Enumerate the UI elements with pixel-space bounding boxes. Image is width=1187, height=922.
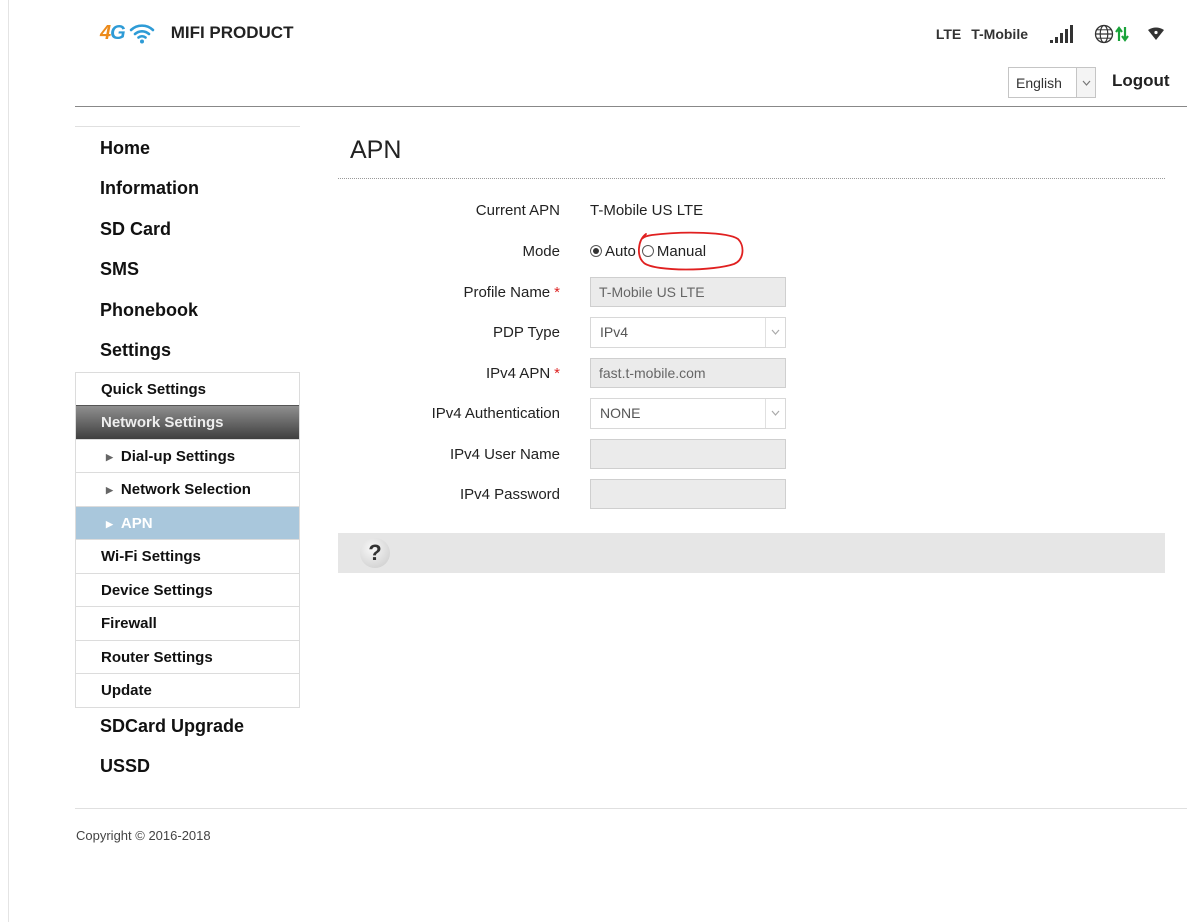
brand-title: MIFI PRODUCT	[170, 23, 294, 42]
pdp-type-select[interactable]: IPv4	[590, 316, 786, 348]
pdp-type-value: IPv4	[600, 324, 629, 340]
ipv4-password-label: IPv4 Password	[459, 485, 560, 503]
chevron-down-icon	[1076, 68, 1095, 97]
pdp-type-label: PDP Type	[493, 323, 560, 341]
current-apn-value: T-Mobile US LTE	[590, 201, 704, 219]
header-divider	[75, 106, 1187, 107]
4g-logo: 4G	[100, 21, 126, 44]
nav-network-selection-label: Network Selection	[120, 481, 251, 499]
network-type: LTE	[935, 26, 962, 42]
ipv4-auth-select[interactable]: NONE	[590, 397, 786, 429]
sidebar-divider	[75, 126, 300, 127]
ipv4-user-row: IPv4 User Name	[338, 439, 1038, 469]
profile-name-row: Profile Name *	[338, 277, 1038, 307]
copyright: Copyright © 2016-2018	[76, 828, 211, 843]
carrier-name: T-Mobile	[971, 26, 1028, 42]
mode-label: Mode	[522, 242, 560, 260]
settings-submenu: Quick Settings Network Settings ▶ Dial-up…	[75, 371, 300, 708]
help-icon[interactable]: ?	[360, 538, 390, 568]
nav-sd-card[interactable]: SD Card	[75, 213, 300, 253]
nav-apn[interactable]: ▶ APN	[76, 505, 299, 540]
caret-right-icon: ▶	[106, 485, 113, 496]
chevron-down-icon	[765, 398, 785, 428]
nav-sms[interactable]: SMS	[75, 253, 300, 293]
data-transfer-icon	[1115, 26, 1129, 42]
nav-router-settings[interactable]: Router Settings	[76, 639, 299, 674]
wifi-clients-icon	[1148, 27, 1164, 40]
nav-dialup-label: Dial-up Settings	[120, 447, 236, 465]
mode-manual-radio[interactable]: Manual	[637, 231, 744, 270]
brand: 4G MIFI PRODUCT	[100, 18, 293, 48]
ipv4-auth-row: IPv4 Authentication NONE	[338, 397, 1038, 429]
nav-device-settings[interactable]: Device Settings	[76, 572, 299, 607]
caret-right-icon: ▶	[106, 451, 113, 462]
wifi-icon	[129, 24, 154, 44]
status-bar: LTE T-Mobile	[936, 20, 1165, 48]
nav-network-settings[interactable]: Network Settings	[76, 405, 299, 439]
caret-right-icon: ▶	[106, 518, 113, 529]
chevron-down-icon	[765, 317, 785, 347]
signal-strength-icon	[1050, 25, 1076, 43]
mode-auto-label: Auto	[605, 242, 636, 260]
language-select[interactable]: English	[1008, 67, 1096, 98]
logout-link[interactable]: Logout	[1112, 71, 1170, 91]
nav-firewall[interactable]: Firewall	[76, 606, 299, 640]
page-left-border	[8, 0, 9, 922]
nav-settings[interactable]: Settings	[75, 334, 300, 372]
nav-sdcard-upgrade[interactable]: SDCard Upgrade	[75, 710, 300, 750]
nav-home[interactable]: Home	[75, 132, 300, 172]
ipv4-user-field[interactable]	[590, 439, 786, 469]
footer-divider	[75, 808, 1187, 809]
nav-apn-label: APN	[120, 514, 153, 532]
ipv4-apn-row: IPv4 APN *	[338, 358, 1038, 388]
ipv4-auth-label: IPv4 Authentication	[431, 404, 560, 422]
ipv4-apn-label: IPv4 APN *	[485, 364, 560, 382]
nav-update[interactable]: Update	[76, 673, 299, 707]
language-value: English	[1016, 74, 1062, 91]
ipv4-user-label: IPv4 User Name	[449, 445, 560, 463]
nav-dialup-settings[interactable]: ▶ Dial-up Settings	[76, 438, 299, 473]
nav-information[interactable]: Information	[75, 172, 300, 212]
ipv4-password-row: IPv4 Password	[338, 479, 1038, 509]
globe-icon	[1094, 24, 1114, 44]
mode-row: Mode Auto Manual	[338, 231, 1038, 270]
current-apn-row: Current APN T-Mobile US LTE	[338, 196, 1038, 224]
nav-wifi-settings[interactable]: Wi-Fi Settings	[76, 539, 299, 573]
ipv4-apn-field[interactable]	[590, 358, 786, 388]
help-bar: ?	[338, 533, 1165, 573]
profile-name-field[interactable]	[590, 277, 786, 307]
pdp-type-row: PDP Type IPv4	[338, 316, 1038, 348]
ipv4-password-field[interactable]	[590, 479, 786, 509]
radio-checked-icon	[590, 245, 602, 257]
nav-phonebook[interactable]: Phonebook	[75, 294, 300, 334]
nav-quick-settings[interactable]: Quick Settings	[76, 371, 299, 406]
sidebar: Home Information SD Card SMS Phonebook S…	[75, 126, 300, 791]
ipv4-auth-value: NONE	[600, 405, 641, 421]
current-apn-label: Current APN	[475, 201, 560, 219]
red-circle-annotation	[637, 231, 744, 270]
profile-name-label: Profile Name *	[463, 283, 560, 301]
title-divider	[338, 178, 1165, 179]
nav-ussd[interactable]: USSD	[75, 750, 300, 790]
mode-auto-radio[interactable]: Auto	[590, 243, 636, 260]
page-title: APN	[350, 136, 402, 164]
nav-network-selection[interactable]: ▶ Network Selection	[76, 472, 299, 506]
